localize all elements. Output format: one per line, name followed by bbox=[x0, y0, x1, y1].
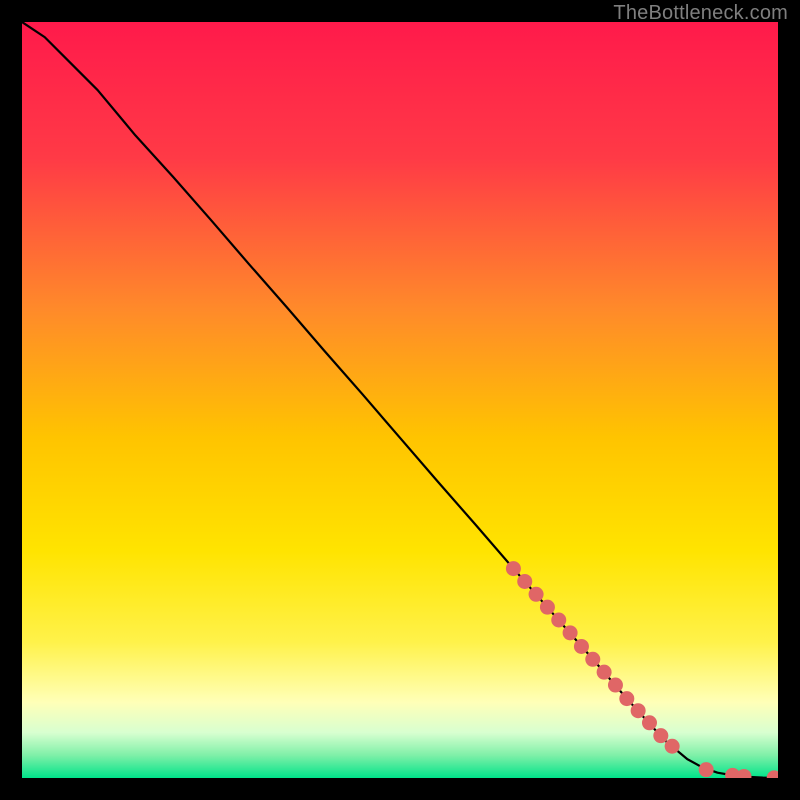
data-point bbox=[642, 715, 657, 730]
chart-svg bbox=[22, 22, 778, 778]
data-point bbox=[585, 652, 600, 667]
data-point bbox=[506, 561, 521, 576]
data-point bbox=[551, 613, 566, 628]
data-point bbox=[619, 691, 634, 706]
data-point bbox=[699, 762, 714, 777]
data-point bbox=[665, 739, 680, 754]
data-point bbox=[631, 703, 646, 718]
data-point bbox=[597, 665, 612, 680]
data-point bbox=[517, 574, 532, 589]
data-point bbox=[529, 587, 544, 602]
attribution-label: TheBottleneck.com bbox=[613, 2, 788, 25]
data-point bbox=[574, 639, 589, 654]
data-point bbox=[540, 600, 555, 615]
data-point bbox=[563, 625, 578, 640]
data-point bbox=[653, 728, 668, 743]
data-point bbox=[608, 678, 623, 693]
chart-stage: TheBottleneck.com bbox=[0, 0, 800, 800]
